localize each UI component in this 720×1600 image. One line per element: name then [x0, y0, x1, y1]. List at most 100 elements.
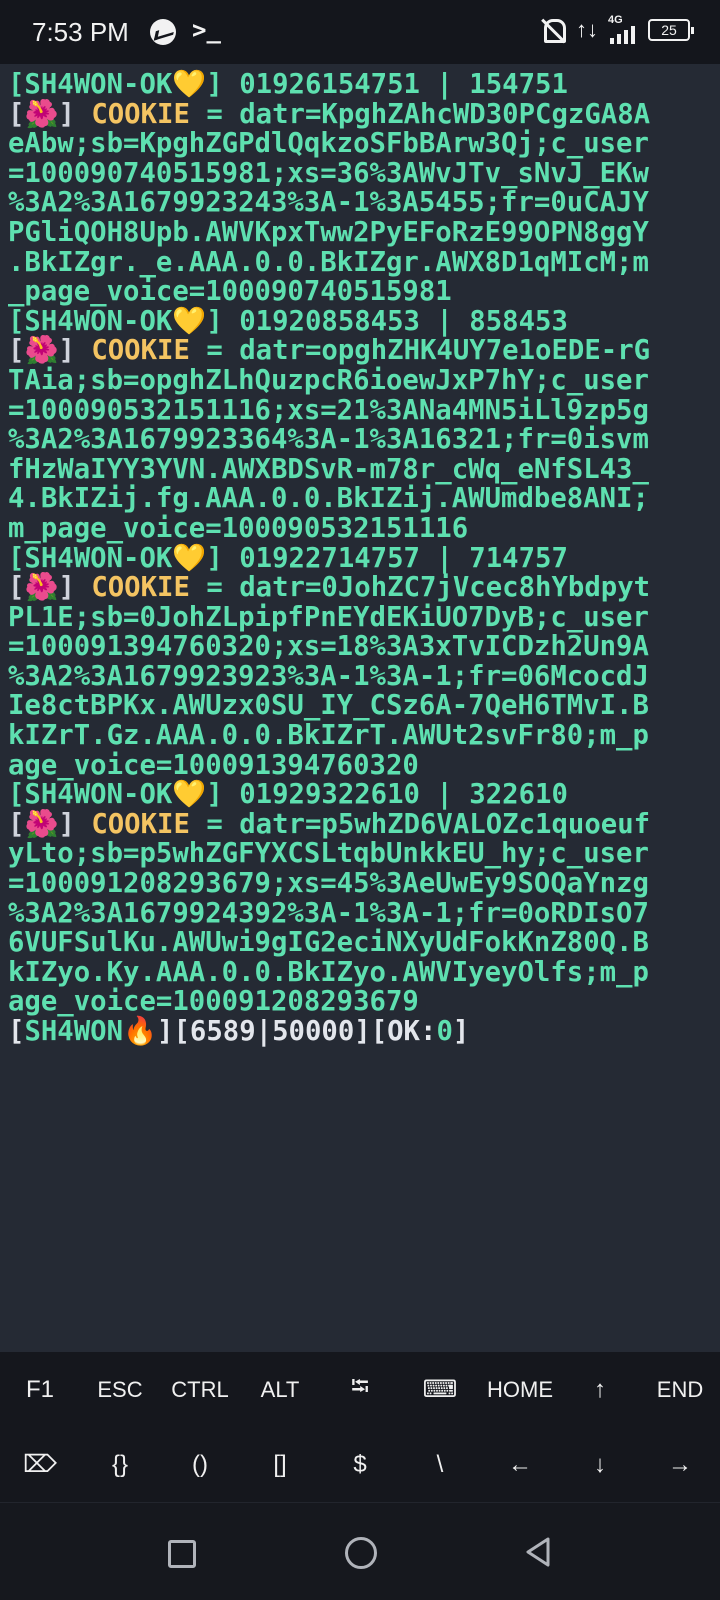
terminal-text-segment: ] [58, 572, 92, 604]
terminal-line: 4.BkIZij.fg.AAA.0.0.BkIZij.AWUmdbe8ANI; [8, 484, 712, 514]
terminal-line: [SH4WON-OK💛] 01920858453 | 858453 [8, 306, 712, 337]
key-f1[interactable]: F1 [0, 1352, 80, 1427]
terminal-line: eAbw;sb=KpghZGPdlQqkzoSFbBArw3Qj;c_user [8, 129, 712, 159]
key-up[interactable]: ↑ [560, 1352, 640, 1427]
terminal-text-segment: ] [58, 335, 92, 367]
back-icon[interactable] [522, 1535, 556, 1569]
key-delete[interactable]: ⌦ [0, 1427, 80, 1502]
extra-keys-row-2: ⌦{}()[] $ \ ← ↓ → [0, 1427, 720, 1502]
terminal-text-segment: [ [8, 1016, 25, 1047]
terminal-text-segment: PL1E;sb=0JohZLpipfPnEYdEKiUO7DyB;c_user [8, 601, 649, 633]
terminal-line: PGliQOH8Upb.AWVKpxTww2PyEFoRzE99OPN8ggY [8, 218, 712, 248]
terminal-line: [🌺] COOKIE = datr=0JohZC7jVcec8hYbdpyt [8, 573, 712, 603]
key-left[interactable]: ← [480, 1427, 560, 1502]
key-ctrl[interactable]: CTRL [160, 1352, 240, 1427]
signal-icon: 4G [608, 14, 638, 44]
terminal-text-segment: COOKIE [91, 98, 190, 130]
recent-apps-icon[interactable] [163, 1535, 197, 1569]
terminal-text-segment: = datr=p5whZD6VALOZc1quoeuf [189, 808, 651, 840]
navigation-bar [0, 1502, 720, 1600]
terminal-text-segment: 6VUFSulKu.AWUwi9gIG2eciNXyUdFokKnZ80Q.B [8, 927, 649, 959]
terminal-text-segment: 💛 [172, 779, 207, 811]
key-home[interactable]: HOME [480, 1352, 560, 1427]
key-backslash[interactable]: \ [400, 1427, 480, 1502]
terminal-line: m_page_voice=100090532151116 [8, 514, 712, 544]
terminal-line: yLto;sb=p5whZGFYXCSLtqbUnkkEU_hy;c_user [8, 839, 712, 869]
extra-keys-row-1: F1 ESC CTRL ALT ⭾ ⌨ HOME ↑ END [0, 1352, 720, 1427]
key-right[interactable]: → [640, 1427, 720, 1502]
terminal-line: =100091208293679;xs=45%3AeUwEy9SOQaYnzg [8, 869, 712, 899]
terminal-line: =100090532151116;xs=21%3ANa4MN5iLl9zp5g [8, 394, 712, 426]
status-bar: 7:53 PM >_ ↑↓ 4G 25 [0, 0, 720, 64]
key-end[interactable]: END [640, 1352, 720, 1427]
terminal-text-segment: kIZyo.Ky.AAA.0.0.BkIZyo.AWVIyeyOlfs;m_p [8, 956, 649, 988]
key-esc[interactable]: ESC [80, 1352, 160, 1427]
terminal-text-segment: %3A2%3A1679923364%3A-1%3A16321;fr=0isvm [8, 424, 649, 456]
key-keyboard-toggle[interactable]: ⌨ [400, 1352, 480, 1427]
terminal-text-segment: fHzWaIYY3YVN.AWXBDSvR-m78r_cWq_eNfSL43_ [8, 453, 649, 485]
terminal-text-segment: [SH4WON-OK [8, 69, 173, 100]
terminal-text-segment: =100091208293679;xs=45%3AeUwEy9SOQaYnzg [8, 868, 649, 900]
key-alt[interactable]: ALT [240, 1352, 320, 1427]
terminal-text-segment: [SH4WON-OK [8, 542, 173, 574]
terminal-line: [🌺] COOKIE = datr=opghZHK4UY7e1oEDE-rG [8, 336, 712, 366]
terminal-line: _page_voice=100090740515981 [8, 277, 712, 307]
status-time: 7:53 PM [32, 17, 129, 47]
terminal-line: %3A2%3A1679923364%3A-1%3A16321;fr=0isvm [8, 425, 712, 455]
key-dollar[interactable]: $ [320, 1427, 400, 1502]
terminal-text-segment: %3A2%3A1679924392%3A-1%3A-1;fr=0oRDIsO7 [8, 897, 649, 929]
terminal-text-segment: 💛 [172, 69, 207, 100]
key-brackets[interactable]: [] [240, 1427, 320, 1502]
data-transfer-icon: ↑↓ [576, 17, 598, 42]
status-icons: ↑↓ 4G 25 [540, 14, 694, 44]
terminal-notification-icon: >_ [192, 16, 221, 44]
terminal-line: =100091394760320;xs=18%3A3xTvICDzh2Un9A [8, 632, 712, 662]
terminal-text-segment: Ie8ctBPKx.AWUzx0SU_IY_CSz6A-7QeH6TMvI.B [8, 690, 649, 722]
terminal-text-segment: COOKIE [91, 808, 190, 840]
terminal-text-segment: 🌺 [24, 572, 59, 604]
terminal-text-segment: = datr=0JohZC7jVcec8hYbdpyt [189, 572, 651, 604]
terminal-text-segment: [SH4WON-OK [8, 779, 173, 811]
terminal-text-segment: eAbw;sb=KpghZGPdlQqkzoSFbBArw3Qj;c_user [8, 128, 649, 160]
terminal-text-segment: 🌺 [24, 98, 59, 130]
terminal-line: .BkIZgr._e.AAA.0.0.BkIZgr.AWX8D1qMIcM;m [8, 246, 712, 278]
terminal-line: kIZrT.Gz.AAA.0.0.BkIZrT.AWUt2svFr80;m_p [8, 721, 712, 751]
terminal-text-segment: [ [8, 98, 25, 130]
terminal-text-segment: 🌺 [24, 808, 59, 840]
key-down[interactable]: ↓ [560, 1427, 640, 1502]
terminal-line: [SH4WON🔥][6589|50000][OK:0] [8, 1017, 712, 1047]
battery-icon: 25 [648, 19, 694, 41]
terminal-text-segment: ] 01922714757 | 714757 [206, 542, 568, 574]
key-parens[interactable]: () [160, 1427, 240, 1502]
terminal-text-segment: ] [452, 1016, 470, 1047]
terminal-text-segment: [ [8, 335, 25, 367]
terminal-text-segment: =100090532151116;xs=21%3ANa4MN5iLl9zp5g [8, 394, 649, 426]
key-braces[interactable]: {} [80, 1427, 160, 1502]
terminal-text-segment: TAia;sb=opghZLhQuzpcR6ioewJxP7hY;c_user [8, 364, 649, 396]
terminal-line: [🌺] COOKIE = datr=p5whZD6VALOZc1quoeuf [8, 810, 712, 840]
terminal-line: Ie8ctBPKx.AWUzx0SU_IY_CSz6A-7QeH6TMvI.B [8, 691, 712, 721]
terminal-text-segment: ] 01926154751 | 154751 [206, 69, 568, 100]
terminal-text-segment: [ [8, 572, 25, 604]
terminal-text-segment: kIZrT.Gz.AAA.0.0.BkIZrT.AWUt2svFr80;m_p [8, 720, 649, 752]
terminal-line: fHzWaIYY3YVN.AWXBDSvR-m78r_cWq_eNfSL43_ [8, 453, 712, 485]
terminal-text-segment: 🔥 [123, 1016, 158, 1047]
terminal-text-segment: age_voice=100091394760320 [8, 749, 419, 781]
terminal-text-segment: = datr=KpghZAhcWD30PCgzGA8A [189, 98, 651, 130]
terminal-line: %3A2%3A1679923923%3A-1%3A-1;fr=06McocdJ [8, 662, 712, 692]
terminal-text-segment: ] 01929322610 | 322610 [206, 779, 568, 811]
terminal-text-segment: =100091394760320;xs=18%3A3xTvICDzh2Un9A [8, 631, 649, 663]
home-icon[interactable] [343, 1535, 377, 1569]
terminal-line: age_voice=100091208293679 [8, 987, 712, 1017]
terminal-text-segment: .BkIZgr._e.AAA.0.0.BkIZgr.AWX8D1qMIcM;m [8, 246, 649, 278]
terminal-line: [SH4WON-OK💛] 01929322610 | 322610 [8, 780, 712, 810]
terminal-text-segment: [ [8, 808, 25, 840]
extra-keys-bar: F1 ESC CTRL ALT ⭾ ⌨ HOME ↑ END ⌦{}()[] $ \ ← ↓ → [0, 1352, 720, 1502]
network-type: 4G [608, 14, 623, 26]
key-tab[interactable]: ⭾ [320, 1352, 400, 1427]
terminal-line: 6VUFSulKu.AWUwi9gIG2eciNXyUdFokKnZ80Q.B [8, 928, 712, 958]
terminal-output[interactable]: [SH4WON-OK💛] 01926154751 | 154751 [🌺] COO… [0, 64, 720, 1352]
terminal-line: [SH4WON-OK💛] 01922714757 | 714757 [8, 542, 712, 574]
terminal-line: kIZyo.Ky.AAA.0.0.BkIZyo.AWVIyeyOlfs;m_p [8, 958, 712, 988]
terminal-line: %3A2%3A1679924392%3A-1%3A-1;fr=0oRDIsO7 [8, 897, 712, 929]
